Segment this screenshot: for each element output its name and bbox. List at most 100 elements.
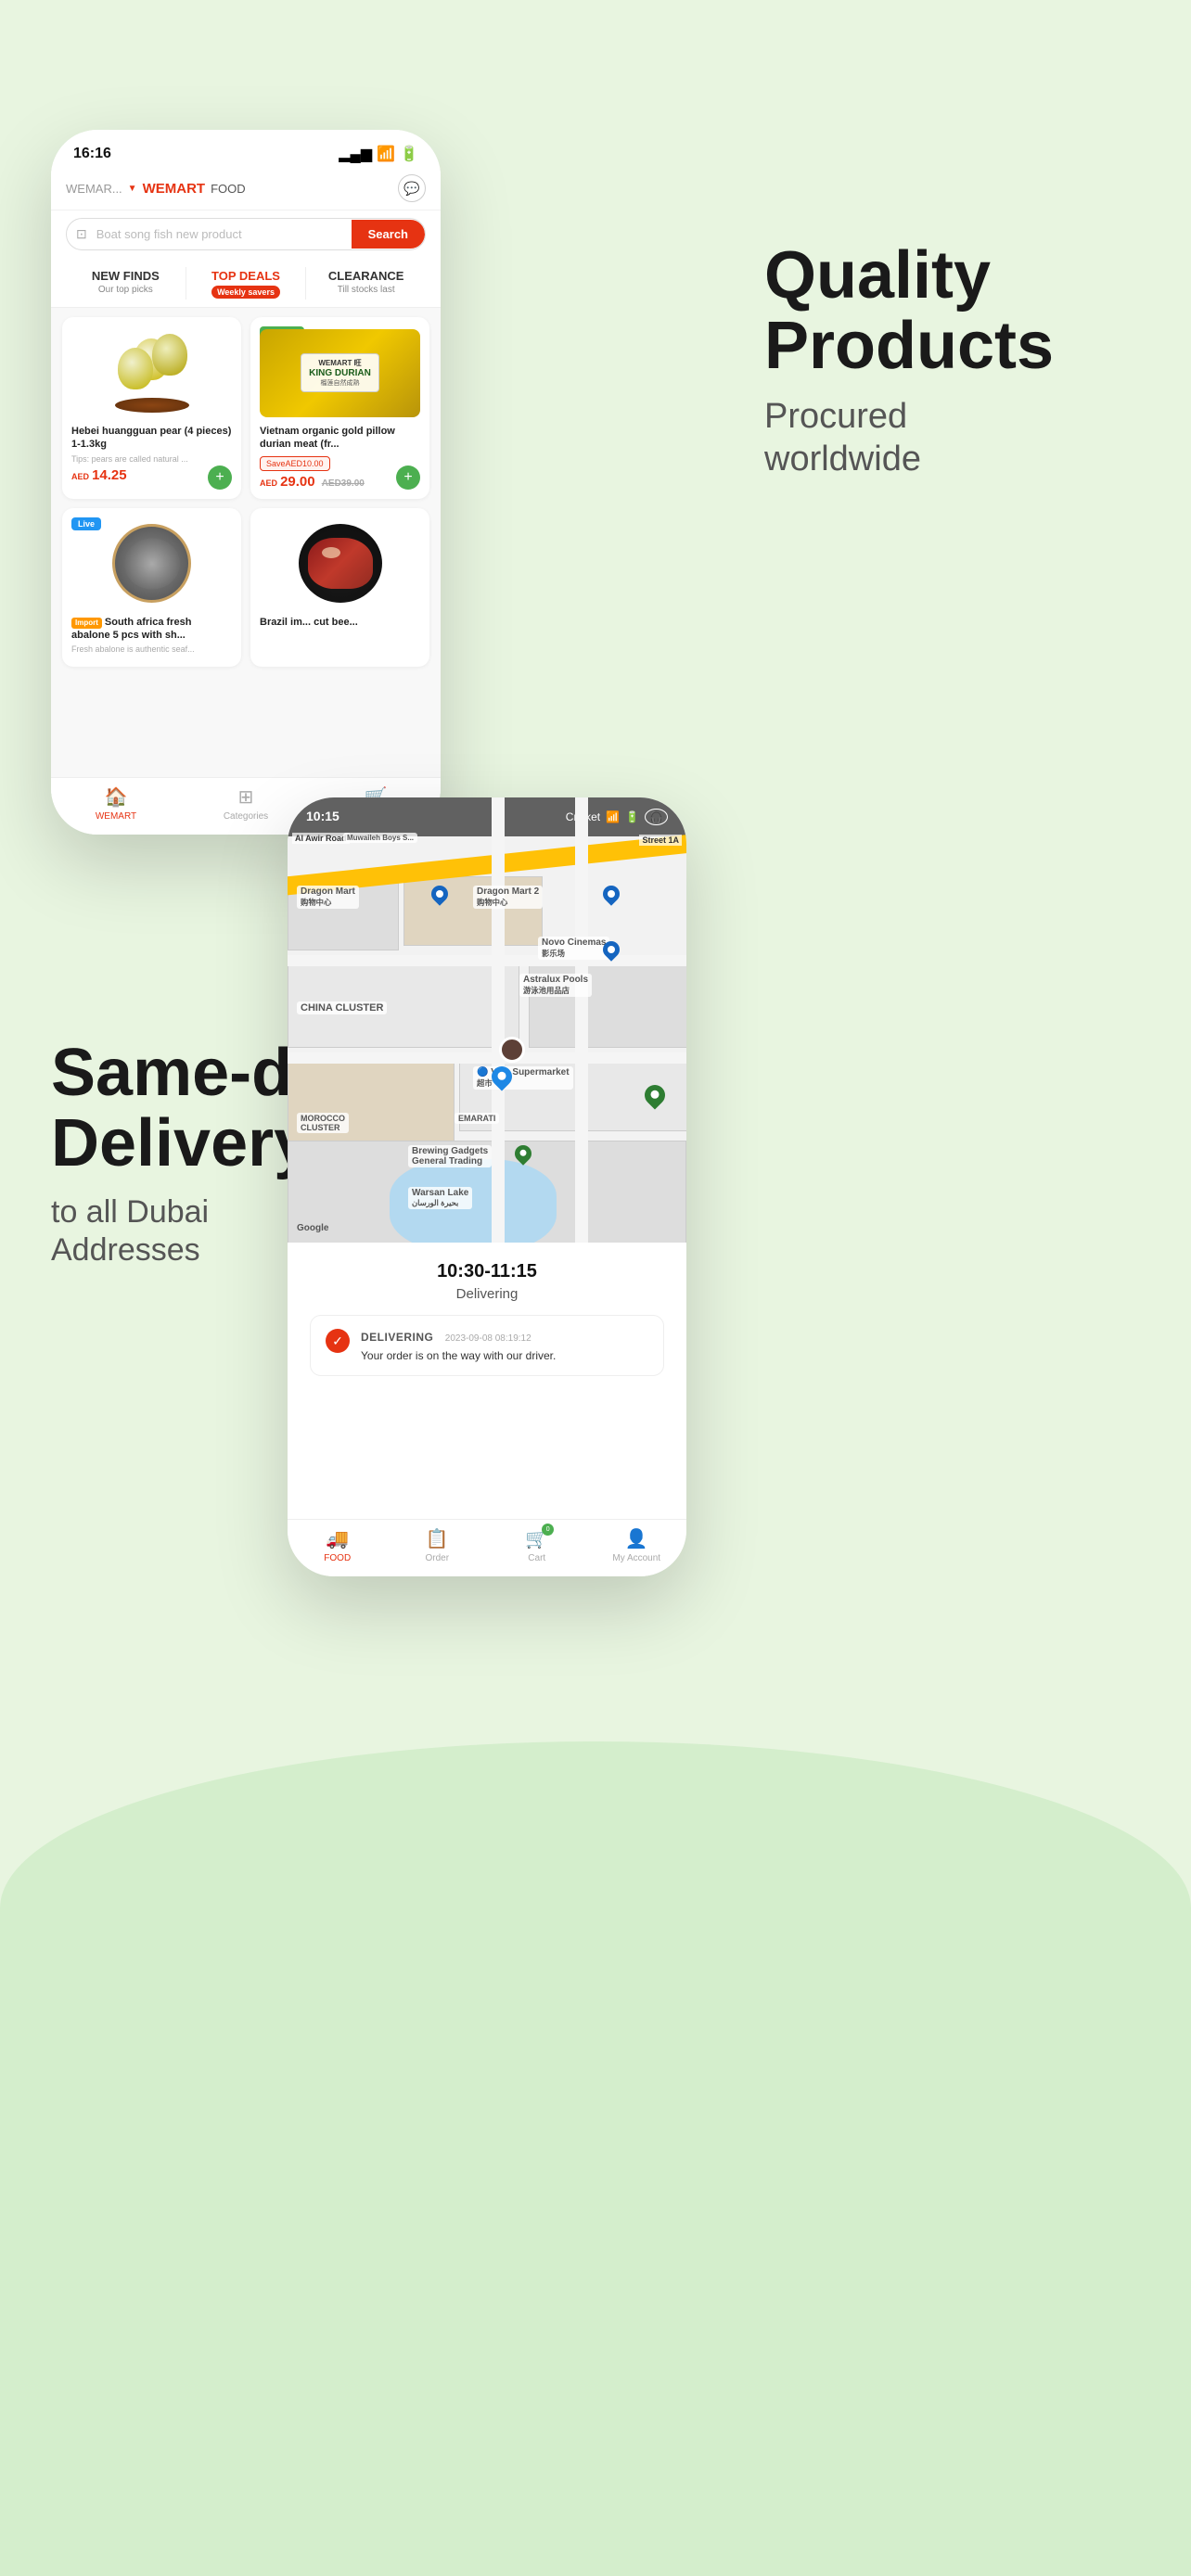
pear-hint: Tips: pears are called natural ... <box>71 454 232 464</box>
signal-icon: ▂▄▆ <box>339 145 372 163</box>
wemart-nav-label: WEMART <box>96 811 136 822</box>
map-marker-dragonmart2 <box>599 882 622 905</box>
pear-price-value: 14.25 <box>92 467 127 483</box>
cart-nav2-label: Cart <box>528 1553 545 1563</box>
map-signal-icon: 📶 <box>606 810 620 823</box>
durian-save-badge: SaveAED10.00 <box>260 456 330 471</box>
delivery-status-text: Delivering <box>310 1286 664 1302</box>
map-time: 10:15 <box>306 809 339 825</box>
delivery-info: 10:30-11:15 Delivering ✓ DELIVERING 2023… <box>288 1243 686 1395</box>
nav-wemart[interactable]: 🏠 WEMART <box>51 785 181 822</box>
nav2-food[interactable]: 🚚 FOOD <box>288 1527 388 1563</box>
map-label-china-cluster: CHINA CLUSTER <box>297 1001 387 1014</box>
tagline-quality-sub: Procuredworldwide <box>764 396 1117 480</box>
background-blob <box>0 1741 1191 2576</box>
map-label-dragonmart: Dragon Mart购物中心 <box>297 886 359 909</box>
durian-currency: AED <box>260 478 277 488</box>
search-button[interactable]: Search <box>352 220 425 249</box>
product-pear[interactable]: Hebei huangguan pear (4 pieces) 1-1.3kg … <box>62 317 241 499</box>
tracking-message: Your order is on the way with our driver… <box>361 1349 556 1362</box>
status-bar-1: 16:16 ▂▄▆ 📶 🔋 <box>51 130 441 171</box>
map-label-dragonmart2: Dragon Mart 2购物中心 <box>473 886 543 909</box>
search-placeholder: Boat song fish new product <box>96 222 352 247</box>
beef-name: Brazil im... cut bee... <box>260 616 420 629</box>
pear-add-button[interactable]: + <box>208 465 232 490</box>
pear-name: Hebei huangguan pear (4 pieces) 1-1.3kg <box>71 425 232 452</box>
durian-name: Vietnam organic gold pillow durian meat … <box>260 425 420 452</box>
tab-new-finds-label: NEW FINDS <box>77 269 174 283</box>
delivery-tracking-card: ✓ DELIVERING 2023-09-08 08:19:12 Your or… <box>310 1315 664 1376</box>
tab-clearance-sub: Till stocks last <box>317 285 415 295</box>
delivery-time-window: 10:30-11:15 <box>310 1261 664 1282</box>
phone-screen-delivery: Street 1A Al Awir Road Dragon Mart购物中心 D… <box>288 797 686 1395</box>
map-label-warsan: Warsan Lakeبحيرة الورسان <box>408 1187 472 1209</box>
map-label-muwaileh: Muwaileh Boys S... <box>343 833 417 843</box>
tab-top-deals[interactable]: TOP DEALS Weekly savers <box>186 260 306 307</box>
app-header-1: WEMAR... ▼ WEMART FOOD 💬 <box>51 171 441 210</box>
search-input-wrapper: ⊡ Boat song fish new product Search <box>66 218 426 250</box>
map-label-astralux: Astralux Pools游泳池用品店 <box>519 974 592 997</box>
product-beef[interactable]: Brazil im... cut bee... <box>250 508 429 668</box>
map-building-5 <box>288 1057 455 1150</box>
tracking-status-label: DELIVERING <box>361 1331 433 1344</box>
abalone-hint: Fresh abalone is authentic seaf... <box>71 644 232 654</box>
tagline-quality-main: QualityProducts <box>764 241 1117 381</box>
category-tabs: NEW FINDS Our top picks TOP DEALS Weekly… <box>51 260 441 308</box>
scan-icon: ⊡ <box>67 219 96 249</box>
order-nav-icon: 📋 <box>426 1527 449 1550</box>
brand-food-label: FOOD <box>211 182 246 196</box>
tracking-datetime: 2023-09-08 08:19:12 <box>445 1333 531 1344</box>
food-nav-icon: 🚚 <box>326 1527 349 1550</box>
bottom-nav-2: 🚚 FOOD 📋 Order 🛒 0 Cart 👤 My Account <box>288 1519 686 1576</box>
phone-screen-shopping: 16:16 ▂▄▆ 📶 🔋 WEMAR... ▼ WEMART FOOD 💬 ⊡… <box>51 130 441 835</box>
nav2-account[interactable]: 👤 My Account <box>587 1527 687 1563</box>
map-label-morocco: MOROCCOCLUSTER <box>297 1113 349 1133</box>
wemart-nav-icon: 🏠 <box>105 785 128 809</box>
search-bar: ⊡ Boat song fish new product Search <box>51 210 441 260</box>
tab-clearance-label: CLEARANCE <box>317 269 415 283</box>
map-status-bar: 10:15 Cricket 📶 🔋 🎧 <box>288 797 686 836</box>
map-area: Street 1A Al Awir Road Dragon Mart购物中心 D… <box>288 797 686 1243</box>
tab-top-deals-badge: Weekly savers <box>211 286 280 299</box>
account-nav-label: My Account <box>612 1553 660 1563</box>
phone-shopping: 16:16 ▂▄▆ 📶 🔋 WEMAR... ▼ WEMART FOOD 💬 ⊡… <box>51 130 441 835</box>
pear-image <box>71 326 232 419</box>
secondary-road <box>288 955 686 966</box>
durian-image: WEMART 旺 KING DURIAN 榴莲自然成熟 <box>260 326 420 419</box>
vert-road-2 <box>575 797 588 1243</box>
nav2-order[interactable]: 📋 Order <box>388 1527 488 1563</box>
map-headphone-icon: 🎧 <box>645 809 668 825</box>
order-nav-label: Order <box>425 1553 449 1563</box>
wifi-icon: 📶 <box>377 145 395 163</box>
dropdown-arrow-icon: ▼ <box>128 184 137 194</box>
map-label-emarati: EMARATI <box>455 1113 499 1124</box>
map-label-brewing: Brewing GadgetsGeneral Trading <box>408 1145 492 1167</box>
chat-button[interactable]: 💬 <box>398 174 426 202</box>
map-label-viva: 🔵 Viva Supermarket超市 <box>473 1066 573 1090</box>
brand-area: WEMAR... ▼ WEMART FOOD <box>66 181 246 197</box>
tab-new-finds-sub: Our top picks <box>77 285 174 295</box>
battery-icon: 🔋 <box>400 145 418 163</box>
product-grid: Hebei huangguan pear (4 pieces) 1-1.3kg … <box>51 308 441 676</box>
user-location-pin <box>499 1037 525 1063</box>
map-battery-icon: 🔋 <box>625 810 639 823</box>
brand-name-gray: WEMAR... <box>66 182 122 196</box>
categories-nav-label: Categories <box>224 811 268 822</box>
google-logo: Google <box>297 1223 328 1233</box>
tab-clearance[interactable]: CLEARANCE Till stocks last <box>306 260 426 307</box>
food-nav-label: FOOD <box>324 1553 351 1563</box>
product-abalone[interactable]: Live ImportSouth africa fresh abalone 5 … <box>62 508 241 668</box>
durian-price-old: AED39.00 <box>322 478 365 489</box>
abalone-image <box>71 517 232 610</box>
tab-new-finds[interactable]: NEW FINDS Our top picks <box>66 260 186 307</box>
product-durian[interactable]: Organic WEMART 旺 KING DURIAN 榴莲自然成熟 Viet… <box>250 317 429 499</box>
durian-add-button[interactable]: + <box>396 465 420 490</box>
status-time-1: 16:16 <box>73 146 111 162</box>
tracking-status-line: DELIVERING 2023-09-08 08:19:12 <box>361 1329 556 1345</box>
pear-currency: AED <box>71 472 89 481</box>
nav2-cart[interactable]: 🛒 0 Cart <box>487 1527 587 1563</box>
durian-price-value: 29.00 <box>280 474 315 490</box>
map-background: Street 1A Al Awir Road Dragon Mart购物中心 D… <box>288 797 686 1243</box>
status-icons-1: ▂▄▆ 📶 🔋 <box>339 145 418 163</box>
tracking-details: DELIVERING 2023-09-08 08:19:12 Your orde… <box>361 1329 556 1362</box>
